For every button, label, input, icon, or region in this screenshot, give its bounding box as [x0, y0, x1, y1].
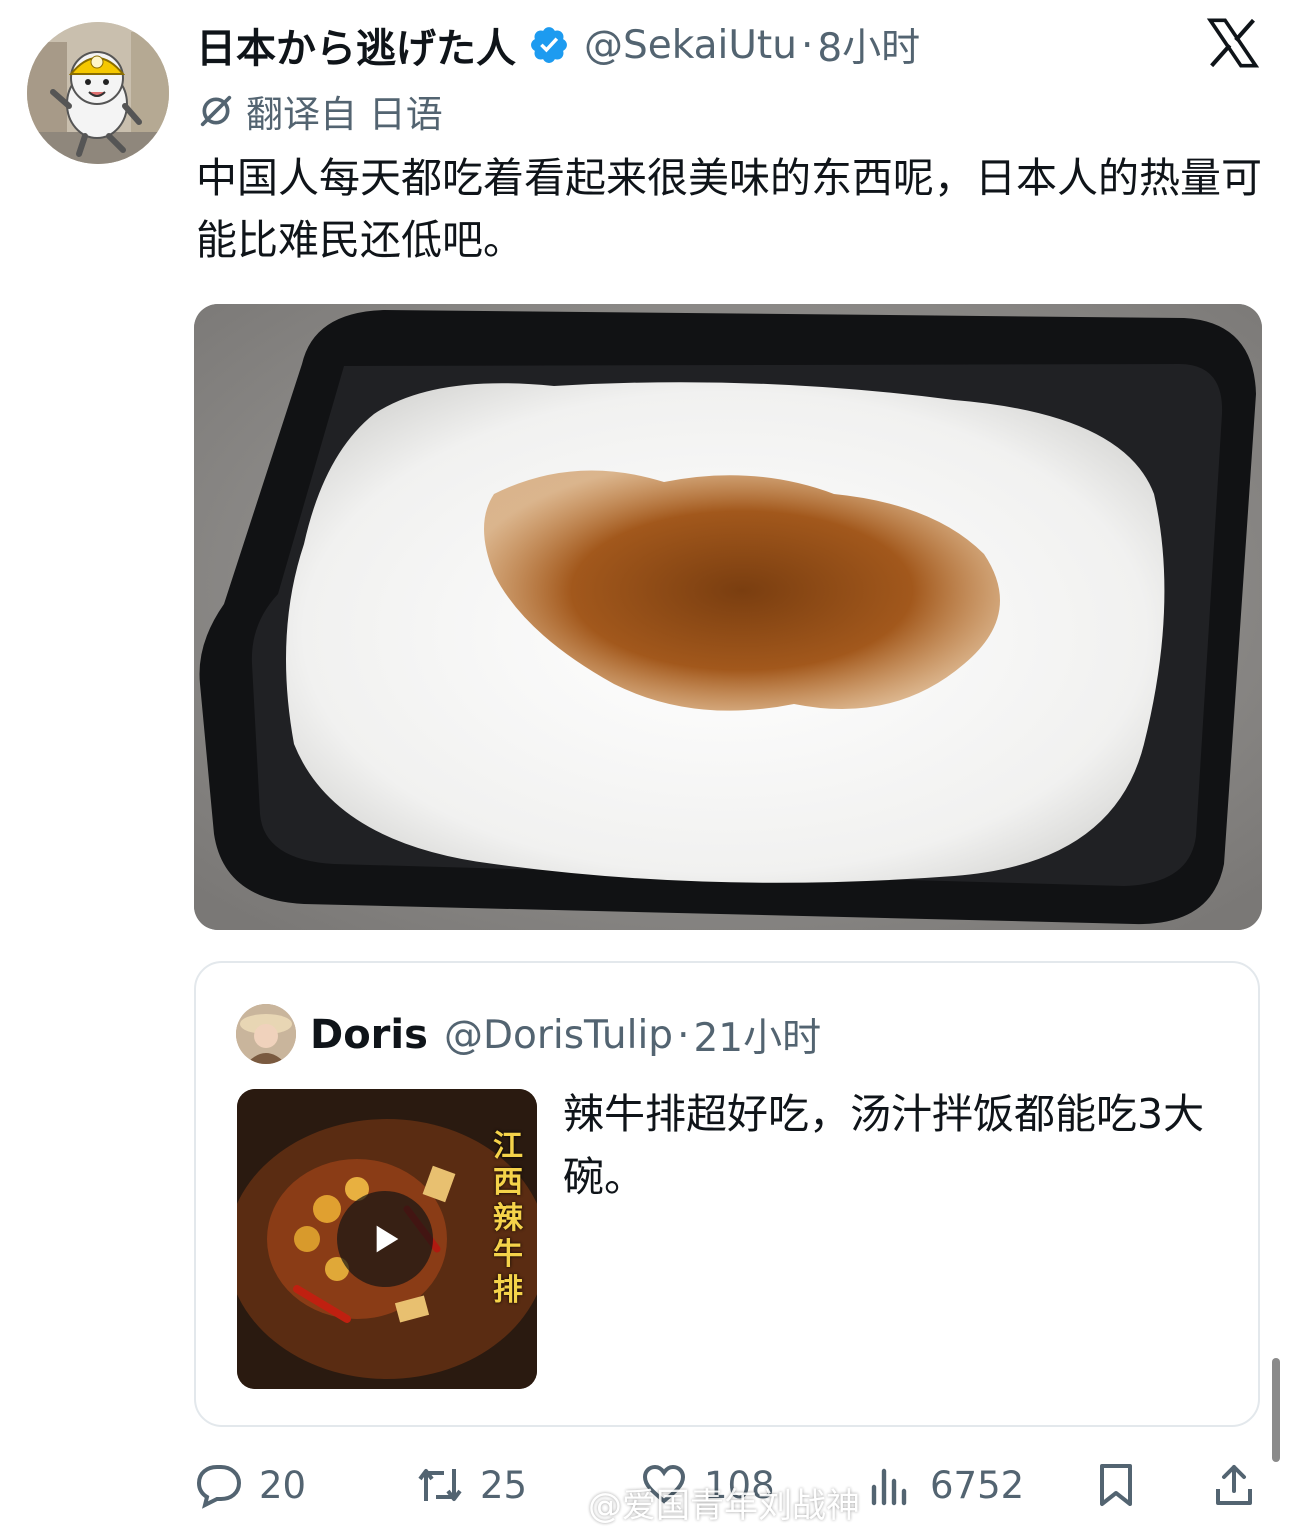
translation-label: 翻译自 日语: [246, 93, 443, 136]
play-button[interactable]: [337, 1191, 433, 1287]
views-button[interactable]: 6752: [866, 1450, 1024, 1520]
translation-notice[interactable]: 翻译自 日语: [196, 86, 443, 136]
verified-badge-icon: [531, 27, 567, 63]
reply-button[interactable]: 20: [195, 1450, 306, 1520]
share-icon: [1216, 1465, 1252, 1505]
watermark-text: @爱国青年刘战神: [588, 1486, 860, 1526]
quoted-tweet-timestamp[interactable]: 21小时: [693, 1007, 821, 1063]
author-avatar[interactable]: [27, 22, 169, 164]
play-icon: [376, 1225, 399, 1253]
thumbnail-caption: 江西辣牛排: [493, 1129, 523, 1308]
bookmark-button[interactable]: [1092, 1450, 1156, 1520]
video-thumbnail[interactable]: 江西辣牛排: [237, 1089, 537, 1389]
retweet-count: 25: [480, 1463, 528, 1507]
author-display-name[interactable]: 日本から逃げた人: [196, 16, 516, 74]
weibo-logo-icon: [540, 1488, 580, 1519]
x-logo-icon[interactable]: [1205, 18, 1261, 68]
views-icon: [871, 1468, 907, 1506]
separator-dot: ·: [800, 22, 814, 68]
quoted-tweet-text: 辣牛排超好吃，汤汁拌饭都能吃3大碗。: [563, 1090, 1205, 1201]
scrollbar[interactable]: [1272, 1358, 1280, 1462]
quoted-tweet-header: Doris @DorisTulip · 21小时: [310, 1007, 821, 1063]
bookmark-icon: [1100, 1464, 1132, 1506]
author-handle[interactable]: @SekaiUtu: [584, 23, 797, 68]
reply-icon: [196, 1465, 242, 1509]
retweet-icon: [418, 1469, 462, 1501]
reply-count: 20: [259, 1463, 307, 1507]
quoted-author-avatar[interactable]: [236, 1004, 296, 1064]
tweet-header: 日本から逃げた人 @SekaiUtu · 8小时: [196, 16, 920, 74]
separator-dot: ·: [677, 1012, 690, 1058]
quoted-tweet[interactable]: Doris @DorisTulip · 21小时 江西辣牛排 辣牛排超好吃，汤汁…: [194, 961, 1260, 1427]
quoted-author-handle[interactable]: @DorisTulip: [444, 1013, 673, 1058]
tweet-media-photo[interactable]: [194, 304, 1262, 930]
tweet-text: 中国人每天都吃着看起来很美味的东西呢，日本人的热量可能比难民还低吧。: [196, 154, 1262, 264]
translate-icon: [200, 95, 232, 127]
views-count: 6752: [930, 1463, 1025, 1507]
share-button[interactable]: [1210, 1450, 1274, 1520]
tweet-timestamp[interactable]: 8小时: [817, 17, 920, 73]
quoted-author-name[interactable]: Doris: [310, 1012, 428, 1058]
retweet-button[interactable]: 25: [416, 1450, 527, 1520]
watermark: @爱国青年刘战神: [540, 1478, 860, 1527]
